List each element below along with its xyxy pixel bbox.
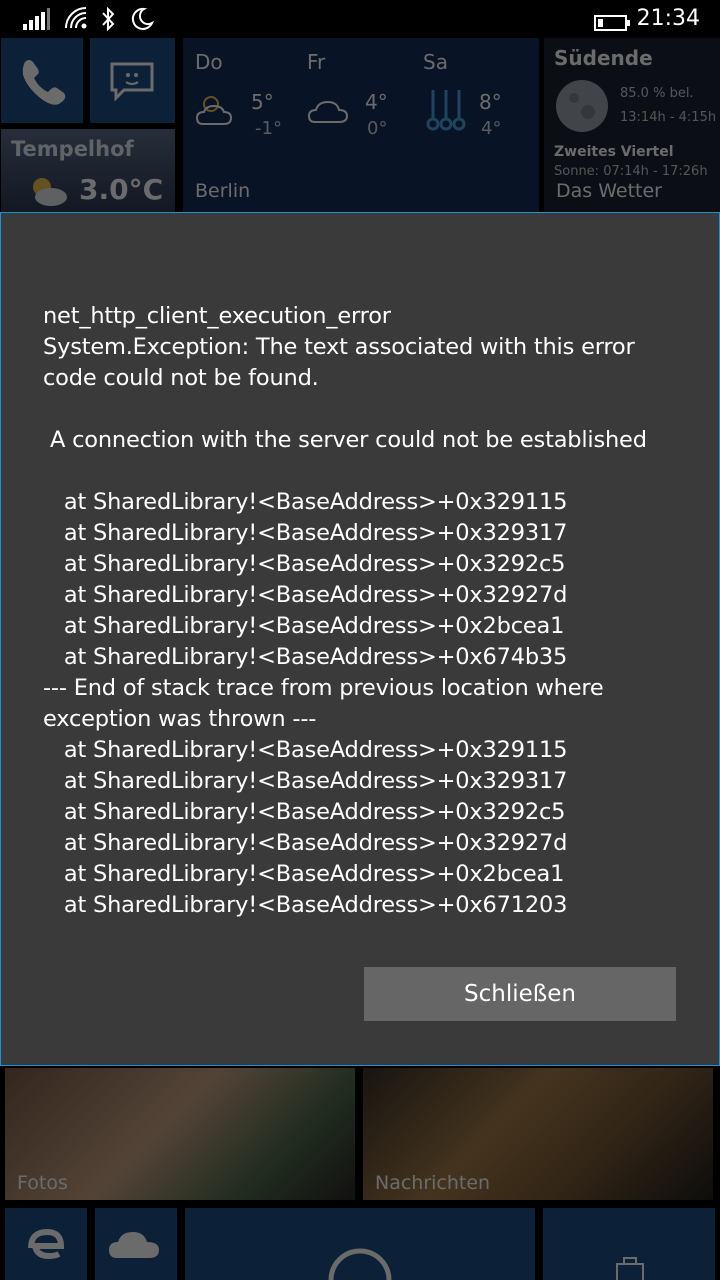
weather-app-label: Das Wetter [556,180,662,202]
forecast-day-2-low: 0° [367,118,388,139]
cortana-tile[interactable] [185,1208,535,1280]
store-bag-icon [616,1257,644,1280]
phone-icon [22,60,66,105]
messaging-tile[interactable] [90,38,175,123]
forecast-day-3-low: 4° [481,118,502,139]
tempelhof-label: Tempelhof [11,137,134,161]
moon-times: 13:14h - 4:15h [620,110,717,125]
status-bar: 21:34 [0,0,720,38]
sun-cloud-icon [195,96,233,125]
onedrive-tile[interactable] [95,1208,177,1280]
moon-icon [556,80,608,132]
wifi-icon [65,7,87,29]
cloud-icon [307,100,349,123]
bluetooth-icon [102,6,115,32]
forecast-day-3: Sa [423,50,448,74]
tempelhof-temperature: 3.0°C [79,173,164,206]
battery-icon [594,15,630,31]
clock: 21:34 [636,6,700,31]
news-label: Nachrichten [375,1172,491,1194]
close-button[interactable]: Schließen [364,967,676,1021]
cloud-storage-icon [109,1232,159,1258]
forecast-day-2-high: 4° [365,90,388,114]
moon-phase: Zweites Viertel [554,144,674,160]
store-tile[interactable] [543,1208,715,1280]
forecast-tile[interactable]: Do 5° -1° Fr 4° 0° Sa 8° 4° Berlin [183,38,539,212]
forecast-day-1-low: -1° [255,118,282,139]
forecast-day-2: Fr [307,50,326,74]
sun-times: Sonne: 07:14h - 17:26h [554,164,708,179]
cloud-sun-icon [33,178,67,206]
circle-icon [328,1248,392,1280]
moon-illumination: 85.0 % bel. [620,86,694,101]
moon-tile[interactable]: Südende 85.0 % bel. 13:14h - 4:15h Zweit… [544,38,720,212]
edge-browser-tile[interactable] [5,1208,87,1280]
forecast-day-1-high: 5° [251,90,274,114]
edge-icon [28,1228,65,1260]
messaging-icon [110,62,154,102]
tempelhof-weather-tile[interactable]: Tempelhof 3.0°C [1,129,175,212]
phone-tile[interactable] [1,38,83,123]
signal-strength-icon [23,8,50,30]
news-tile[interactable]: Nachrichten [363,1068,713,1200]
photos-tile[interactable]: Fotos [5,1068,355,1200]
quiet-hours-moon-icon [131,7,154,30]
forecast-location: Berlin [195,180,251,202]
thermometer-icon [426,90,466,131]
moon-location: Südende [554,46,653,70]
error-message: net_http_client_execution_error System.E… [43,303,647,918]
photos-label: Fotos [17,1172,68,1194]
error-dialog: net_http_client_execution_error System.E… [0,212,720,1066]
forecast-day-3-high: 8° [479,90,502,114]
forecast-day-1: Do [195,50,223,74]
